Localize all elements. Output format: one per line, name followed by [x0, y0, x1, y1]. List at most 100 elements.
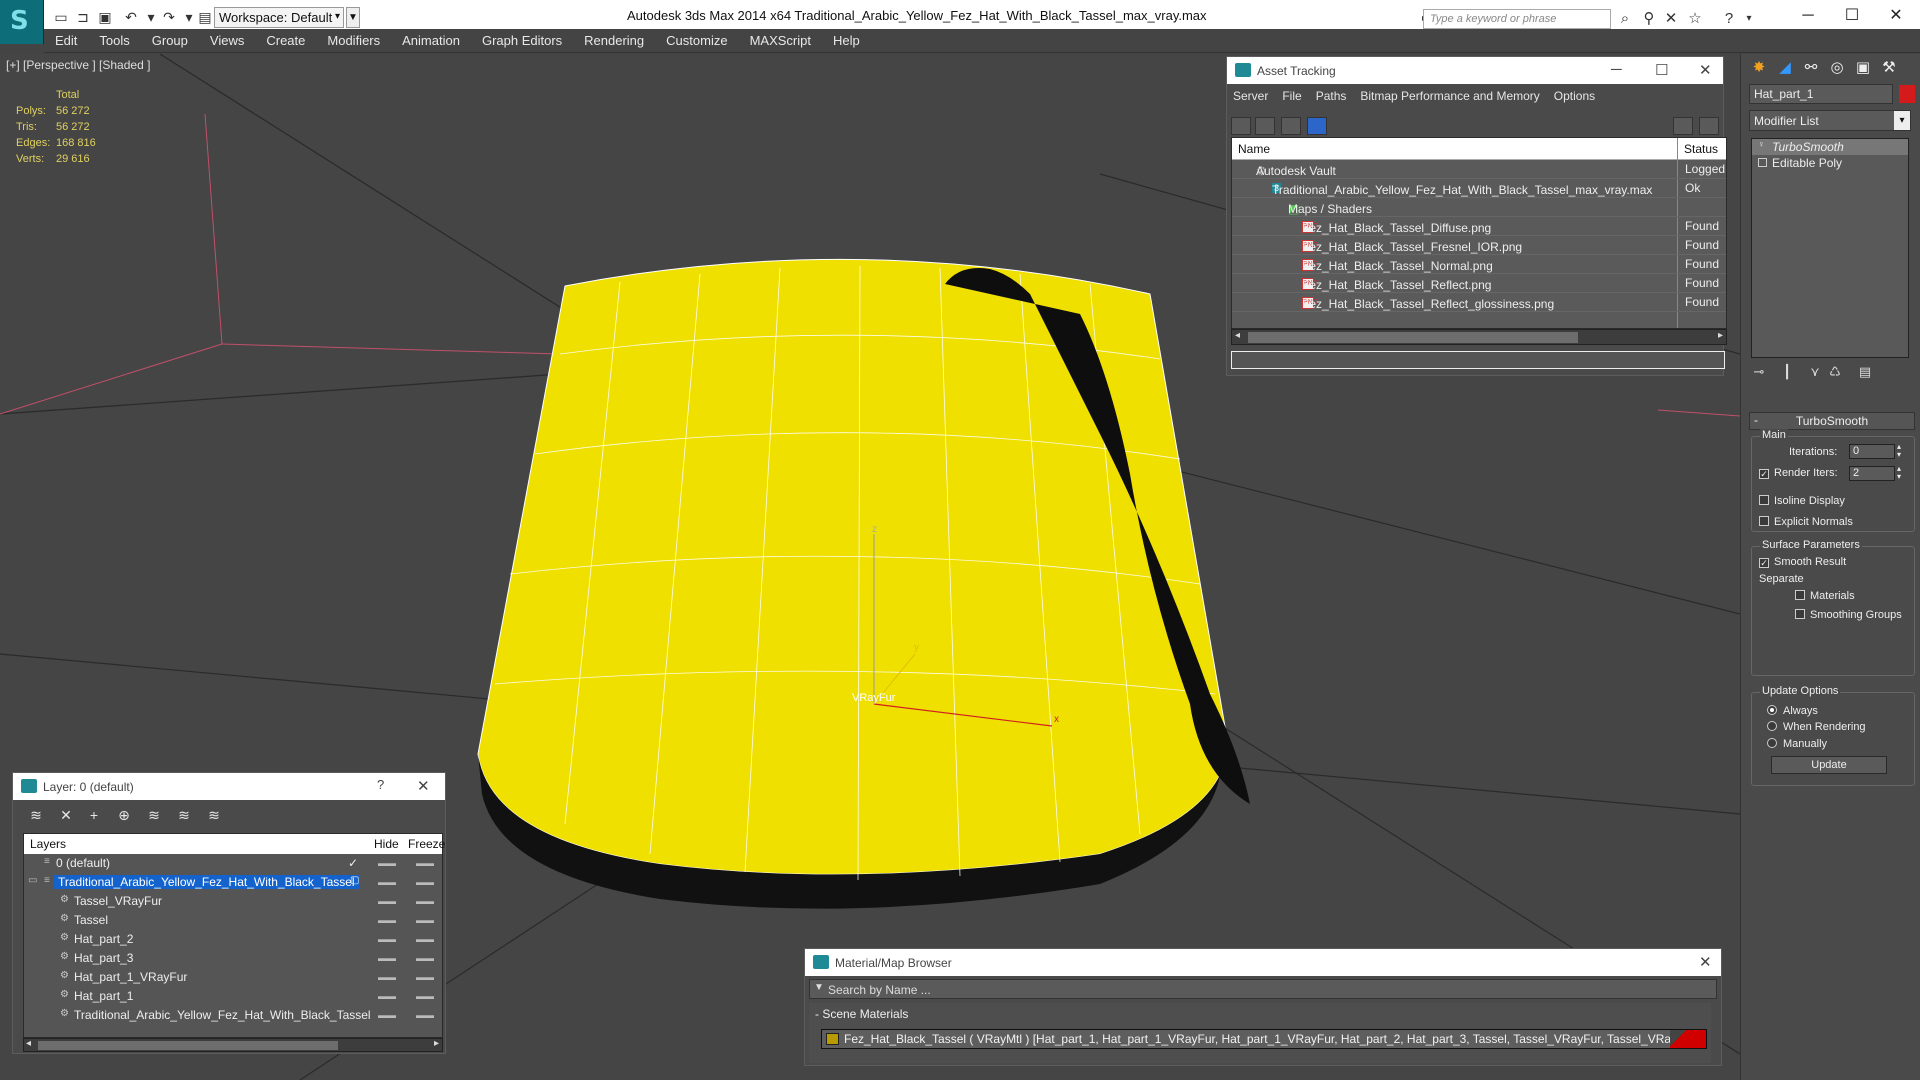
- utilities-tab-icon[interactable]: ⚒: [1877, 58, 1901, 80]
- help-button[interactable]: ?: [377, 777, 384, 792]
- layer-row[interactable]: ≡ 0 (default) ✓ ▬▬ ▬▬: [24, 854, 442, 873]
- display-tab-icon[interactable]: ▣: [1851, 58, 1875, 80]
- stack-item-editable-poly[interactable]: Editable Poly: [1752, 155, 1908, 171]
- maximize-icon[interactable]: ☐: [1655, 61, 1668, 79]
- add-selection-icon[interactable]: ⊕: [113, 807, 135, 827]
- asset-row[interactable]: 3 Traditional_Arabic_Yellow_Fez_Hat_With…: [1232, 179, 1726, 198]
- hide-toggle[interactable]: ▬▬: [378, 972, 396, 982]
- close-icon[interactable]: ✕: [1699, 61, 1712, 79]
- layer-row[interactable]: ▭ ≡ Traditional_Arabic_Yellow_Fez_Hat_With…: [24, 873, 442, 892]
- close-icon[interactable]: ✕: [417, 777, 430, 795]
- freeze-toggle[interactable]: ▬▬: [416, 896, 434, 906]
- spinner-arrows-icon[interactable]: ▴ ▾: [1897, 465, 1901, 481]
- hide-toggle[interactable]: ▬▬: [378, 1010, 396, 1020]
- exchange-icon[interactable]: ✕: [1660, 9, 1682, 29]
- list-view-icon[interactable]: [1255, 117, 1275, 135]
- hide-toggle[interactable]: ▬▬: [378, 896, 396, 906]
- modifier-list-dropdown[interactable]: Modifier List ▾: [1749, 110, 1911, 131]
- asset-row[interactable]: PNG Fez_Hat_Black_Tassel_Diffuse.png Found: [1232, 217, 1726, 236]
- separate-materials-checkbox[interactable]: Materials: [1795, 590, 1855, 602]
- menu-maxscript[interactable]: MAXScript: [739, 29, 822, 53]
- col-freeze[interactable]: Freeze: [408, 837, 445, 851]
- scroll-right-icon[interactable]: ▸: [1718, 330, 1723, 341]
- hierarchy-tab-icon[interactable]: ⚯: [1799, 58, 1823, 80]
- show-end-result-icon[interactable]: ┃: [1777, 364, 1797, 382]
- viewport-label[interactable]: [+] [Perspective ] [Shaded ]: [6, 58, 150, 72]
- turbosmooth-rollout-header[interactable]: - TurboSmooth: [1749, 412, 1915, 430]
- layer-props-icon[interactable]: ▢: [350, 875, 359, 886]
- configure-modifier-sets-icon[interactable]: ▤: [1855, 364, 1875, 382]
- layer-horizontal-scrollbar[interactable]: ◂ ▸: [23, 1038, 443, 1052]
- minimize-button[interactable]: ─: [1788, 2, 1828, 30]
- create-tab-icon[interactable]: ✸: [1747, 58, 1771, 80]
- col-status[interactable]: Status: [1684, 142, 1718, 156]
- explicit-normals-checkbox[interactable]: Explicit Normals: [1759, 516, 1853, 528]
- save-file-icon[interactable]: ▣: [96, 8, 114, 26]
- layer-row[interactable]: ⚙ Hat_part_1_VRayFur ▬▬ ▬▬: [24, 968, 442, 987]
- freeze-toggle[interactable]: ▬▬: [416, 858, 434, 868]
- hide-toggle[interactable]: ▬▬: [378, 953, 396, 963]
- collapse-icon[interactable]: ▭: [28, 875, 37, 886]
- search-options-icon[interactable]: ▼: [814, 982, 824, 993]
- make-unique-icon[interactable]: ⋎: [1805, 364, 1825, 382]
- isoline-display-checkbox[interactable]: Isoline Display: [1759, 495, 1845, 507]
- freeze-toggle[interactable]: ▬▬: [416, 915, 434, 925]
- undo-icon[interactable]: ↶: [122, 8, 140, 26]
- project-folder-icon[interactable]: ▤: [196, 8, 214, 26]
- menu-create[interactable]: Create: [255, 29, 316, 53]
- layer-row[interactable]: ⚙ Hat_part_3 ▬▬ ▬▬: [24, 949, 442, 968]
- freeze-toggle[interactable]: ▬▬: [416, 972, 434, 982]
- asset-row[interactable]: PNG Fez_Hat_Black_Tassel_Reflect.png Found: [1232, 274, 1726, 293]
- asset-row[interactable]: ◩ Maps / Shaders: [1232, 198, 1726, 217]
- layer-row[interactable]: ⚙ Hat_part_2 ▬▬ ▬▬: [24, 930, 442, 949]
- menu-paths[interactable]: Paths: [1310, 84, 1355, 103]
- set-current-layer-icon[interactable]: ≋: [203, 807, 225, 827]
- remove-modifier-icon[interactable]: ♺: [1825, 364, 1845, 382]
- freeze-toggle[interactable]: ▬▬: [416, 991, 434, 1001]
- render-iters-checkbox[interactable]: ✓ Render Iters:: [1759, 467, 1838, 479]
- create-layer-icon[interactable]: +: [83, 807, 105, 827]
- open-file-icon[interactable]: ⊐: [74, 8, 92, 26]
- object-color-swatch[interactable]: [1899, 85, 1915, 103]
- asset-row[interactable]: PNG Fez_Hat_Black_Tassel_Normal.png Found: [1232, 255, 1726, 274]
- asset-row[interactable]: PNG Fez_Hat_Black_Tassel_Reflect_glossine…: [1232, 293, 1726, 312]
- col-hide[interactable]: Hide: [374, 837, 399, 851]
- redo-icon[interactable]: ↷: [160, 8, 178, 26]
- settings-icon[interactable]: [1699, 117, 1719, 135]
- modify-tab-icon[interactable]: ◢: [1773, 58, 1797, 80]
- layer-row[interactable]: ⚙ Hat_part_1 ▬▬ ▬▬: [24, 987, 442, 1006]
- layer-manager-icon[interactable]: ≋: [25, 807, 47, 827]
- col-name[interactable]: Name: [1238, 142, 1270, 156]
- bulb-icon[interactable]: ♀: [1758, 139, 1767, 149]
- update-when-rendering-radio[interactable]: When Rendering: [1767, 721, 1866, 733]
- subscription-icon[interactable]: ⚲: [1638, 9, 1660, 29]
- minimize-icon[interactable]: ─: [1611, 61, 1622, 78]
- material-search-input[interactable]: ▼ Search by Name ...: [809, 979, 1717, 999]
- menu-file[interactable]: File: [1276, 84, 1309, 103]
- delete-layer-icon[interactable]: ✕: [55, 807, 77, 827]
- refresh-icon[interactable]: [1231, 117, 1251, 135]
- close-window-button[interactable]: ✕: [1876, 2, 1916, 30]
- scroll-thumb[interactable]: [38, 1041, 338, 1050]
- workspace-menu-button[interactable]: ▼: [346, 7, 360, 28]
- scroll-left-icon[interactable]: ◂: [26, 1038, 31, 1049]
- hide-toggle[interactable]: ▬▬: [378, 934, 396, 944]
- scroll-right-icon[interactable]: ▸: [434, 1038, 439, 1049]
- smooth-result-checkbox[interactable]: ✓ Smooth Result: [1759, 556, 1846, 568]
- menu-group[interactable]: Group: [141, 29, 199, 53]
- scroll-left-icon[interactable]: ◂: [1235, 330, 1240, 341]
- tree-view-icon[interactable]: [1281, 117, 1301, 135]
- freeze-toggle[interactable]: ▬▬: [416, 877, 434, 887]
- freeze-toggle[interactable]: ▬▬: [416, 934, 434, 944]
- update-button[interactable]: Update: [1771, 756, 1887, 774]
- menu-rendering[interactable]: Rendering: [573, 29, 655, 53]
- menu-server[interactable]: Server: [1227, 84, 1276, 103]
- hide-toggle[interactable]: ▬▬: [378, 991, 396, 1001]
- freeze-toggle[interactable]: ▬▬: [416, 1010, 434, 1020]
- expand-icon[interactable]: [1758, 158, 1767, 167]
- layer-row[interactable]: ⚙ Traditional_Arabic_Yellow_Fez_Hat_With_…: [24, 1006, 442, 1025]
- menu-bitmap-performance[interactable]: Bitmap Performance and Memory: [1354, 84, 1547, 103]
- hide-toggle[interactable]: ▬▬: [378, 858, 396, 868]
- maximize-button[interactable]: ☐: [1832, 2, 1872, 30]
- binoculars-icon[interactable]: ⌕: [1614, 9, 1636, 29]
